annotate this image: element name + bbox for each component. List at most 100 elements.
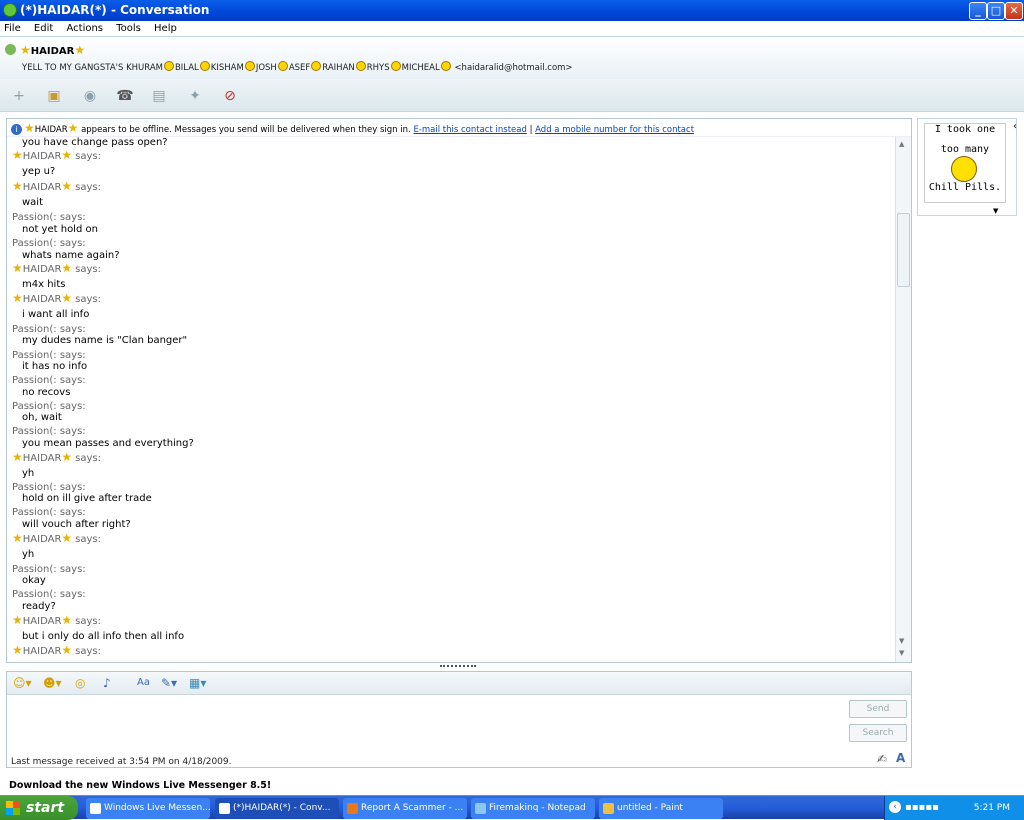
task-notepad[interactable]: Firemakinq - Notepad — [471, 798, 595, 819]
download-banner[interactable]: Download the new Windows Live Messenger … — [9, 780, 271, 791]
menu-bar: File Edit Actions Tools Help — [0, 21, 1024, 36]
menu-file[interactable]: File — [4, 23, 21, 34]
task-label: (*)HAIDAR(*) - Conv... — [233, 803, 331, 813]
sender-name: HAIDAR — [22, 151, 62, 162]
nudge-icon[interactable]: ◎ — [75, 675, 85, 691]
sender-line: ★HAIDAR★ says: — [12, 613, 101, 627]
star-icon: ★ — [67, 121, 79, 135]
star-icon: ★ — [12, 148, 23, 162]
task-firefox[interactable]: Report A Scammer - ... — [343, 798, 467, 819]
handwriting-icon[interactable]: ✍ — [877, 752, 887, 766]
psm-text: ASEF — [288, 63, 311, 73]
maximize-button[interactable]: □ — [987, 2, 1005, 20]
video-call-icon[interactable]: ◉ — [79, 86, 101, 106]
message-text: whats name again? — [22, 250, 120, 261]
email-contact-link[interactable]: E-mail this contact instead — [413, 125, 526, 135]
minimize-button[interactable]: _ — [969, 2, 987, 20]
close-button[interactable]: ✕ — [1005, 2, 1023, 20]
scroll-end-icon[interactable]: ▼ — [899, 649, 904, 657]
message-body: yh — [12, 547, 34, 560]
contact-name-line[interactable]: ★HAIDAR★ — [5, 43, 85, 57]
message-text: m4x hits — [22, 279, 66, 290]
message-text: okay — [22, 575, 46, 586]
background-icon[interactable]: ▦▾ — [189, 675, 206, 691]
sender-name: HAIDAR — [22, 182, 62, 193]
search-button[interactable]: Search — [849, 724, 907, 742]
says-label: says: — [75, 453, 101, 464]
message-input[interactable] — [7, 695, 845, 745]
cool-smiley-icon — [163, 61, 174, 71]
text-mode-icon[interactable]: A — [896, 751, 905, 765]
wink-icon[interactable]: ☻▾ — [43, 675, 62, 691]
conversation-toolbar: + ▣ ◉ ☎ ▤ ✦ ⊘ — [0, 79, 1024, 112]
tray-icons[interactable]: ▪▪▪▪▪ — [905, 802, 939, 813]
offline-status-icon — [5, 44, 16, 55]
compose-area: ☺▾ ☻▾ ◎ ♪ Aa ✎▾ ▦▾ Send Search Last mess… — [6, 671, 912, 768]
start-button[interactable]: start — [0, 796, 78, 820]
star-icon: ★ — [61, 291, 73, 305]
voice-clip-icon[interactable]: ♪ — [103, 675, 111, 691]
star-icon: ★ — [12, 643, 23, 657]
star-icon: ★ — [12, 291, 23, 305]
clock: 5:21 PM — [973, 803, 1010, 813]
psm-text: MICHEAL — [401, 63, 440, 73]
sender-line: ★HAIDAR★ says: — [12, 450, 101, 464]
task-label: Firemakinq - Notepad — [489, 803, 586, 813]
sender-name: HAIDAR — [22, 453, 62, 464]
block-icon[interactable]: ⊘ — [219, 86, 241, 106]
menu-help[interactable]: Help — [154, 23, 177, 34]
menu-tools[interactable]: Tools — [116, 23, 141, 34]
pane-splitter[interactable] — [440, 665, 476, 669]
activities-icon[interactable]: ▤ — [148, 86, 170, 106]
last-message-status: Last message received at 3:54 PM on 4/18… — [11, 757, 232, 767]
history-scrollbar[interactable]: ▲ ▼ ▼ — [895, 137, 911, 662]
message-text: you mean passes and everything? — [22, 438, 194, 449]
infobar-contact-name: HAIDAR — [34, 125, 68, 135]
share-folders-icon[interactable]: ▣ — [43, 86, 65, 106]
sender-line: ★HAIDAR★ says: — [12, 291, 101, 305]
menu-actions[interactable]: Actions — [66, 23, 103, 34]
notepad-icon — [475, 803, 486, 814]
cool-smiley-icon — [199, 61, 210, 71]
firefox-icon — [347, 803, 358, 814]
task-messenger[interactable]: Windows Live Messen... — [86, 798, 210, 819]
games-icon[interactable]: ✦ — [184, 86, 206, 106]
message-text: will vouch after right? — [22, 519, 131, 530]
star-icon: ★ — [12, 261, 23, 275]
display-picture[interactable]: I took one too many Chill Pills. — [924, 123, 1006, 203]
dp-text: I took one — [934, 124, 996, 135]
font-icon[interactable]: Aa — [137, 675, 150, 691]
scroll-thumb[interactable] — [897, 213, 910, 287]
sender-line: ★HAIDAR★ says: — [12, 261, 101, 275]
infobar-text: appears to be offline. Messages you send… — [81, 125, 411, 135]
star-icon: ★ — [61, 261, 73, 275]
message-list: you have change pass open? ★HAIDAR★ says: y… — [7, 137, 895, 662]
contact-name: HAIDAR — [30, 46, 75, 57]
message-body: ready? — [12, 599, 56, 612]
message-body: oh, wait — [12, 410, 62, 423]
ink-icon[interactable]: ✎▾ — [161, 675, 177, 691]
sender-name: HAIDAR — [22, 534, 62, 545]
scroll-up-icon[interactable]: ▲ — [899, 140, 904, 148]
collapse-panel-icon[interactable]: ‹ — [1013, 121, 1017, 132]
message-body: it has no info — [12, 359, 87, 372]
menu-edit[interactable]: Edit — [34, 23, 53, 34]
dp-menu-arrow-icon[interactable]: ▼ — [993, 207, 998, 215]
message-text: not yet hold on — [22, 224, 98, 235]
cool-smiley-icon — [244, 61, 255, 71]
star-icon: ★ — [61, 613, 73, 627]
call-icon[interactable]: ☎ — [114, 86, 136, 106]
star-icon: ★ — [12, 531, 23, 545]
send-button[interactable]: Send — [849, 700, 907, 718]
cool-smiley-icon — [311, 61, 322, 71]
scroll-down-icon[interactable]: ▼ — [899, 637, 904, 645]
task-conversation[interactable]: (*)HAIDAR(*) - Conv... — [215, 798, 339, 819]
tray-expand-icon[interactable]: ‹ — [889, 801, 901, 813]
star-icon: ★ — [61, 643, 73, 657]
task-paint[interactable]: untitled - Paint — [599, 798, 723, 819]
add-contact-icon[interactable]: + — [8, 86, 30, 106]
emoticon-icon[interactable]: ☺▾ — [13, 675, 32, 691]
psm-text: RAIHAN — [322, 63, 355, 73]
message-body: yh — [12, 466, 34, 479]
add-mobile-link[interactable]: Add a mobile number for this contact — [535, 125, 694, 135]
